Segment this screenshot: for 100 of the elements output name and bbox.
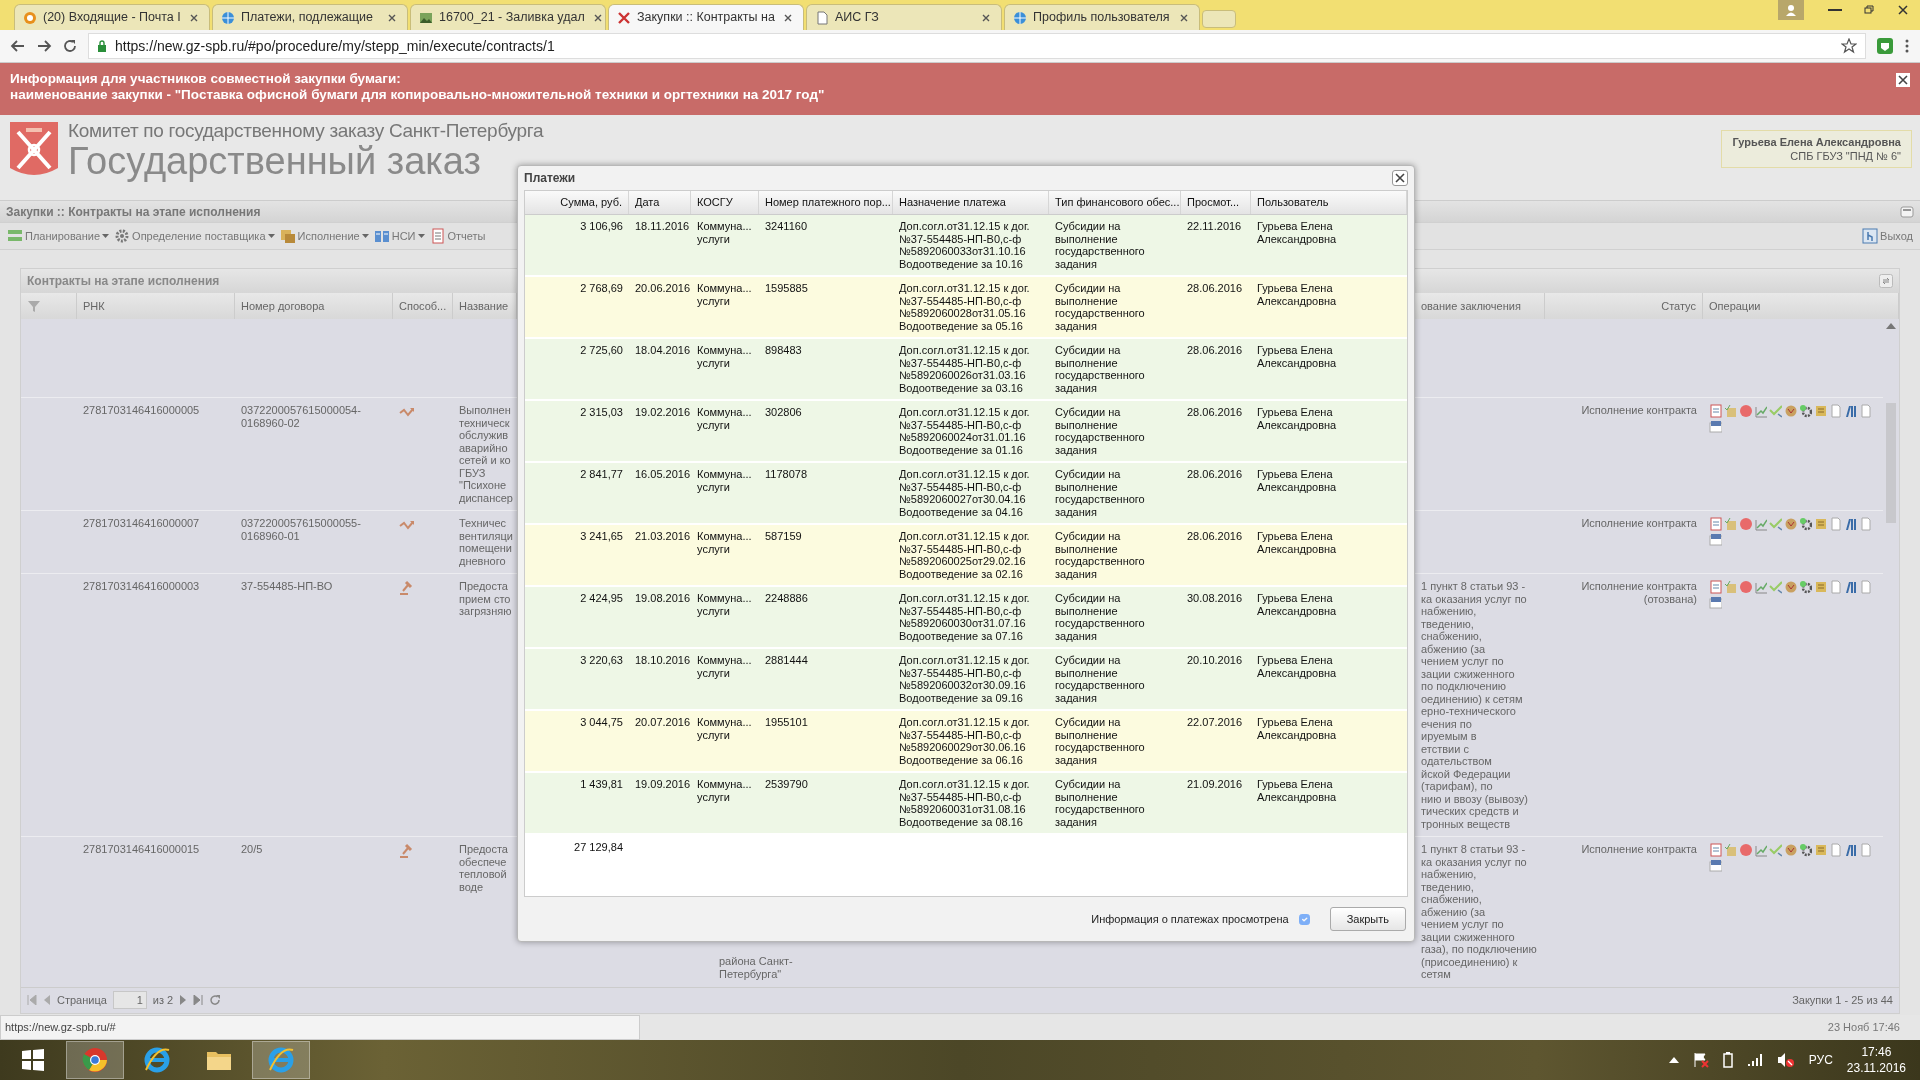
column-header[interactable]: КОСГУ bbox=[691, 191, 759, 214]
stop-icon[interactable] bbox=[1739, 404, 1752, 418]
signal-icon[interactable] bbox=[1746, 1053, 1763, 1067]
gear-icon[interactable] bbox=[1799, 404, 1812, 418]
stop-icon[interactable] bbox=[1739, 843, 1752, 857]
check-icon[interactable] bbox=[1769, 843, 1782, 857]
page-icon[interactable] bbox=[1859, 580, 1872, 594]
page-icon[interactable] bbox=[1859, 517, 1872, 531]
page-icon[interactable] bbox=[1829, 580, 1842, 594]
column-header[interactable]: РНК bbox=[77, 293, 235, 319]
chart-icon[interactable] bbox=[1754, 404, 1767, 418]
binders-icon[interactable] bbox=[1844, 517, 1857, 531]
browser-tab[interactable]: Профиль пользователя bbox=[1004, 4, 1200, 30]
binders-icon[interactable] bbox=[1844, 404, 1857, 418]
total-amount: 27 129,84 bbox=[574, 840, 623, 855]
notebook-icon[interactable] bbox=[1709, 404, 1722, 418]
scroll-up-icon[interactable] bbox=[1886, 323, 1896, 329]
stop-icon[interactable] bbox=[1739, 580, 1752, 594]
message-icon[interactable] bbox=[1709, 859, 1722, 873]
gear-icon[interactable] bbox=[1799, 580, 1812, 594]
maximize-icon[interactable] bbox=[1900, 205, 1914, 218]
check-icon[interactable] bbox=[1769, 404, 1782, 418]
menu-button[interactable]: Исполнение bbox=[278, 227, 370, 245]
column-header[interactable]: Дата bbox=[629, 191, 691, 214]
language-indicator[interactable]: РУС bbox=[1808, 1051, 1833, 1069]
clock[interactable]: 17:46 23.11.2016 bbox=[1846, 1044, 1906, 1076]
emblem-icon[interactable] bbox=[1784, 580, 1797, 594]
column-header[interactable]: Пользователь bbox=[1251, 191, 1407, 214]
flag-icon[interactable] bbox=[1692, 1052, 1709, 1068]
browser-tab[interactable]: АИС ГЗ bbox=[806, 4, 1002, 30]
column-header[interactable]: Номер платежного пор... bbox=[759, 191, 893, 214]
new-tab-button[interactable] bbox=[1202, 10, 1236, 28]
checklist-icon[interactable] bbox=[1724, 843, 1737, 857]
user-button[interactable] bbox=[1778, 0, 1804, 20]
page-icon[interactable] bbox=[1829, 843, 1842, 857]
refresh-icon[interactable] bbox=[1879, 274, 1893, 288]
check-icon[interactable] bbox=[1769, 517, 1782, 531]
filter-icon[interactable] bbox=[27, 299, 41, 313]
checklist-icon[interactable] bbox=[1724, 517, 1737, 531]
reload-icon[interactable] bbox=[62, 38, 78, 54]
exit-button[interactable]: Выход bbox=[1861, 227, 1914, 245]
chart-icon[interactable] bbox=[1754, 580, 1767, 594]
binders-icon[interactable] bbox=[1844, 580, 1857, 594]
message-icon[interactable] bbox=[1709, 596, 1722, 610]
refresh-icon[interactable] bbox=[209, 994, 222, 1006]
notebook-icon[interactable] bbox=[1709, 580, 1722, 594]
browser-tab[interactable]: 16700_21 - Заливка удал bbox=[410, 4, 606, 30]
column-header[interactable]: Номер договора bbox=[235, 293, 393, 319]
shield-icon[interactable] bbox=[1876, 37, 1894, 55]
page-icon[interactable] bbox=[1829, 404, 1842, 418]
battery-icon[interactable] bbox=[1722, 1052, 1733, 1068]
stop-icon[interactable] bbox=[1739, 517, 1752, 531]
menu-button[interactable]: Отчеты bbox=[428, 227, 487, 245]
star-icon[interactable] bbox=[1841, 38, 1857, 54]
checklist-icon[interactable] bbox=[1724, 580, 1737, 594]
column-header[interactable]: Способ... bbox=[393, 293, 453, 319]
check-icon[interactable] bbox=[1769, 580, 1782, 594]
emblem-icon[interactable] bbox=[1784, 843, 1797, 857]
e-logo-icon bbox=[143, 1046, 171, 1074]
menu-button[interactable]: Определение поставщика bbox=[113, 227, 276, 245]
notebook-icon[interactable] bbox=[1709, 517, 1722, 531]
browser-tab[interactable]: Платежи, подлежащие bbox=[212, 4, 408, 30]
chart-icon[interactable] bbox=[1754, 843, 1767, 857]
emblem-icon[interactable] bbox=[1784, 404, 1797, 418]
menu-button[interactable]: Планирование bbox=[6, 227, 111, 245]
speaker-muted-icon[interactable] bbox=[1776, 1052, 1795, 1068]
forward-icon[interactable] bbox=[36, 38, 52, 54]
page-icon[interactable] bbox=[1829, 517, 1842, 531]
emblem-icon[interactable] bbox=[1784, 517, 1797, 531]
message-icon[interactable] bbox=[1709, 420, 1722, 434]
gear-icon[interactable] bbox=[1799, 843, 1812, 857]
page-icon[interactable] bbox=[1859, 404, 1872, 418]
column-header[interactable]: Тип финансового обес... bbox=[1049, 191, 1181, 214]
back-icon[interactable] bbox=[10, 38, 26, 54]
menu-button[interactable]: НСИ bbox=[372, 227, 426, 245]
menu-icon[interactable] bbox=[1904, 38, 1910, 54]
column-header[interactable]: Просмот... bbox=[1181, 191, 1251, 214]
page-icon[interactable] bbox=[1859, 843, 1872, 857]
binders-icon[interactable] bbox=[1844, 843, 1857, 857]
previous-page-icon[interactable] bbox=[43, 995, 51, 1005]
column-header[interactable]: Назначение платежа bbox=[893, 191, 1049, 214]
column-header[interactable]: Сумма, руб. bbox=[525, 191, 629, 214]
address-field[interactable]: https://new.gz-spb.ru/#po/procedure/my/stepp_min/execute/contracts/1 bbox=[88, 33, 1866, 59]
column-header[interactable]: Статус bbox=[1545, 293, 1703, 319]
page-field[interactable]: 1 bbox=[112, 991, 147, 1009]
first-page-icon[interactable] bbox=[27, 995, 37, 1005]
browser-tab[interactable]: (20) Входящие - Почта I bbox=[14, 4, 210, 30]
close-button[interactable] bbox=[1896, 73, 1910, 87]
browser-tab[interactable]: Закупки :: Контракты на bbox=[608, 4, 804, 30]
show-hidden-icon[interactable] bbox=[1668, 1057, 1679, 1063]
notebook-icon[interactable] bbox=[1709, 843, 1722, 857]
scrollbar-thumb[interactable] bbox=[1886, 403, 1896, 523]
close-button[interactable] bbox=[1392, 170, 1408, 186]
last-page-icon[interactable] bbox=[193, 995, 204, 1005]
gear-icon[interactable] bbox=[1799, 517, 1812, 531]
next-page-icon[interactable] bbox=[179, 995, 188, 1005]
chart-icon[interactable] bbox=[1754, 517, 1767, 531]
gavel-icon bbox=[399, 580, 415, 596]
checklist-icon[interactable] bbox=[1724, 404, 1737, 418]
message-icon[interactable] bbox=[1709, 533, 1722, 547]
